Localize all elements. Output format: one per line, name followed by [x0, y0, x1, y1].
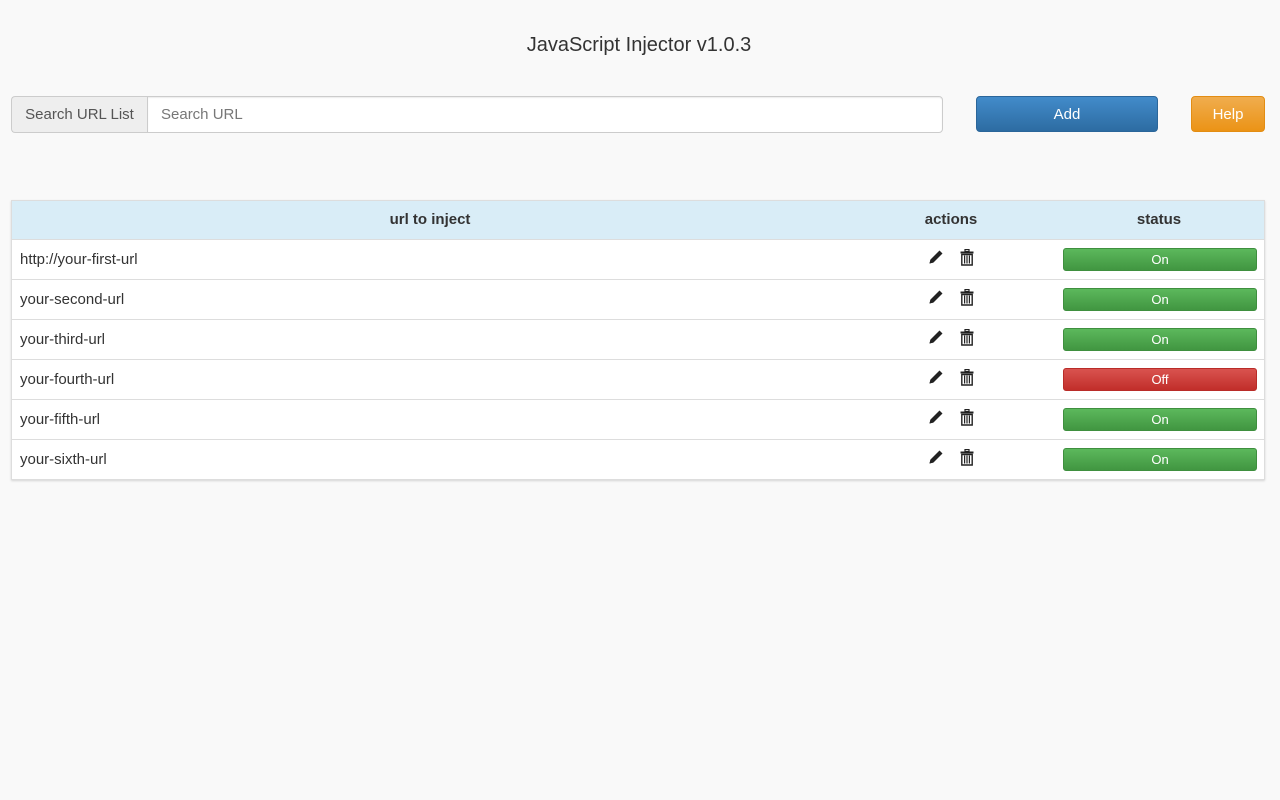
- status-cell: On: [1054, 399, 1264, 439]
- actions-cell: [848, 439, 1054, 479]
- actions-cell: [848, 319, 1054, 359]
- status-toggle-button[interactable]: On: [1063, 447, 1257, 471]
- pencil-icon[interactable]: [928, 249, 944, 269]
- status-cell: On: [1054, 279, 1264, 319]
- table-row: your-fifth-url On: [12, 399, 1264, 439]
- status-cell: Off: [1054, 359, 1264, 399]
- help-button[interactable]: Help: [1191, 96, 1265, 132]
- column-header-status: status: [1054, 201, 1264, 240]
- pencil-icon[interactable]: [928, 289, 944, 309]
- pencil-icon[interactable]: [928, 409, 944, 429]
- url-cell: your-sixth-url: [20, 450, 107, 468]
- trash-icon[interactable]: [960, 368, 974, 390]
- url-cell: your-fourth-url: [20, 370, 115, 388]
- status-toggle-button[interactable]: On: [1063, 287, 1257, 311]
- actions-cell: [848, 359, 1054, 399]
- add-button[interactable]: Add: [976, 96, 1158, 132]
- table-row: your-second-url On: [12, 279, 1264, 319]
- column-header-url: url to inject: [12, 201, 848, 240]
- actions-cell: [848, 399, 1054, 439]
- pencil-icon[interactable]: [928, 329, 944, 349]
- status-toggle-button[interactable]: On: [1063, 327, 1257, 351]
- url-cell: your-fifth-url: [20, 410, 101, 428]
- table-row: http://your-first-url On: [12, 239, 1264, 279]
- trash-icon[interactable]: [960, 288, 974, 310]
- status-cell: On: [1054, 239, 1264, 279]
- search-group: Search URL List: [11, 96, 943, 133]
- url-cell: your-third-url: [20, 330, 106, 348]
- search-url-input[interactable]: [147, 96, 943, 133]
- table-header-row: url to inject actions status: [12, 201, 1264, 240]
- search-addon-label: Search URL List: [11, 96, 147, 133]
- status-cell: On: [1054, 439, 1264, 479]
- url-table: url to inject actions status http://your…: [11, 200, 1265, 480]
- trash-icon[interactable]: [960, 448, 974, 470]
- table-row: your-sixth-url On: [12, 439, 1264, 479]
- status-toggle-button[interactable]: Off: [1063, 367, 1257, 391]
- status-toggle-button[interactable]: On: [1063, 407, 1257, 431]
- trash-icon[interactable]: [960, 248, 974, 270]
- url-cell: http://your-first-url: [20, 250, 138, 268]
- trash-icon[interactable]: [960, 408, 974, 430]
- url-cell: your-second-url: [20, 290, 125, 308]
- page-title: JavaScript Injector v1.0.3: [526, 34, 752, 56]
- table-row: your-third-url On: [12, 319, 1264, 359]
- status-cell: On: [1054, 319, 1264, 359]
- actions-cell: [848, 239, 1054, 279]
- table-row: your-fourth-url Off: [12, 359, 1264, 399]
- status-toggle-button[interactable]: On: [1063, 247, 1257, 271]
- trash-icon[interactable]: [960, 328, 974, 350]
- pencil-icon[interactable]: [928, 449, 944, 469]
- actions-cell: [848, 279, 1054, 319]
- pencil-icon[interactable]: [928, 369, 944, 389]
- column-header-actions: actions: [848, 201, 1054, 240]
